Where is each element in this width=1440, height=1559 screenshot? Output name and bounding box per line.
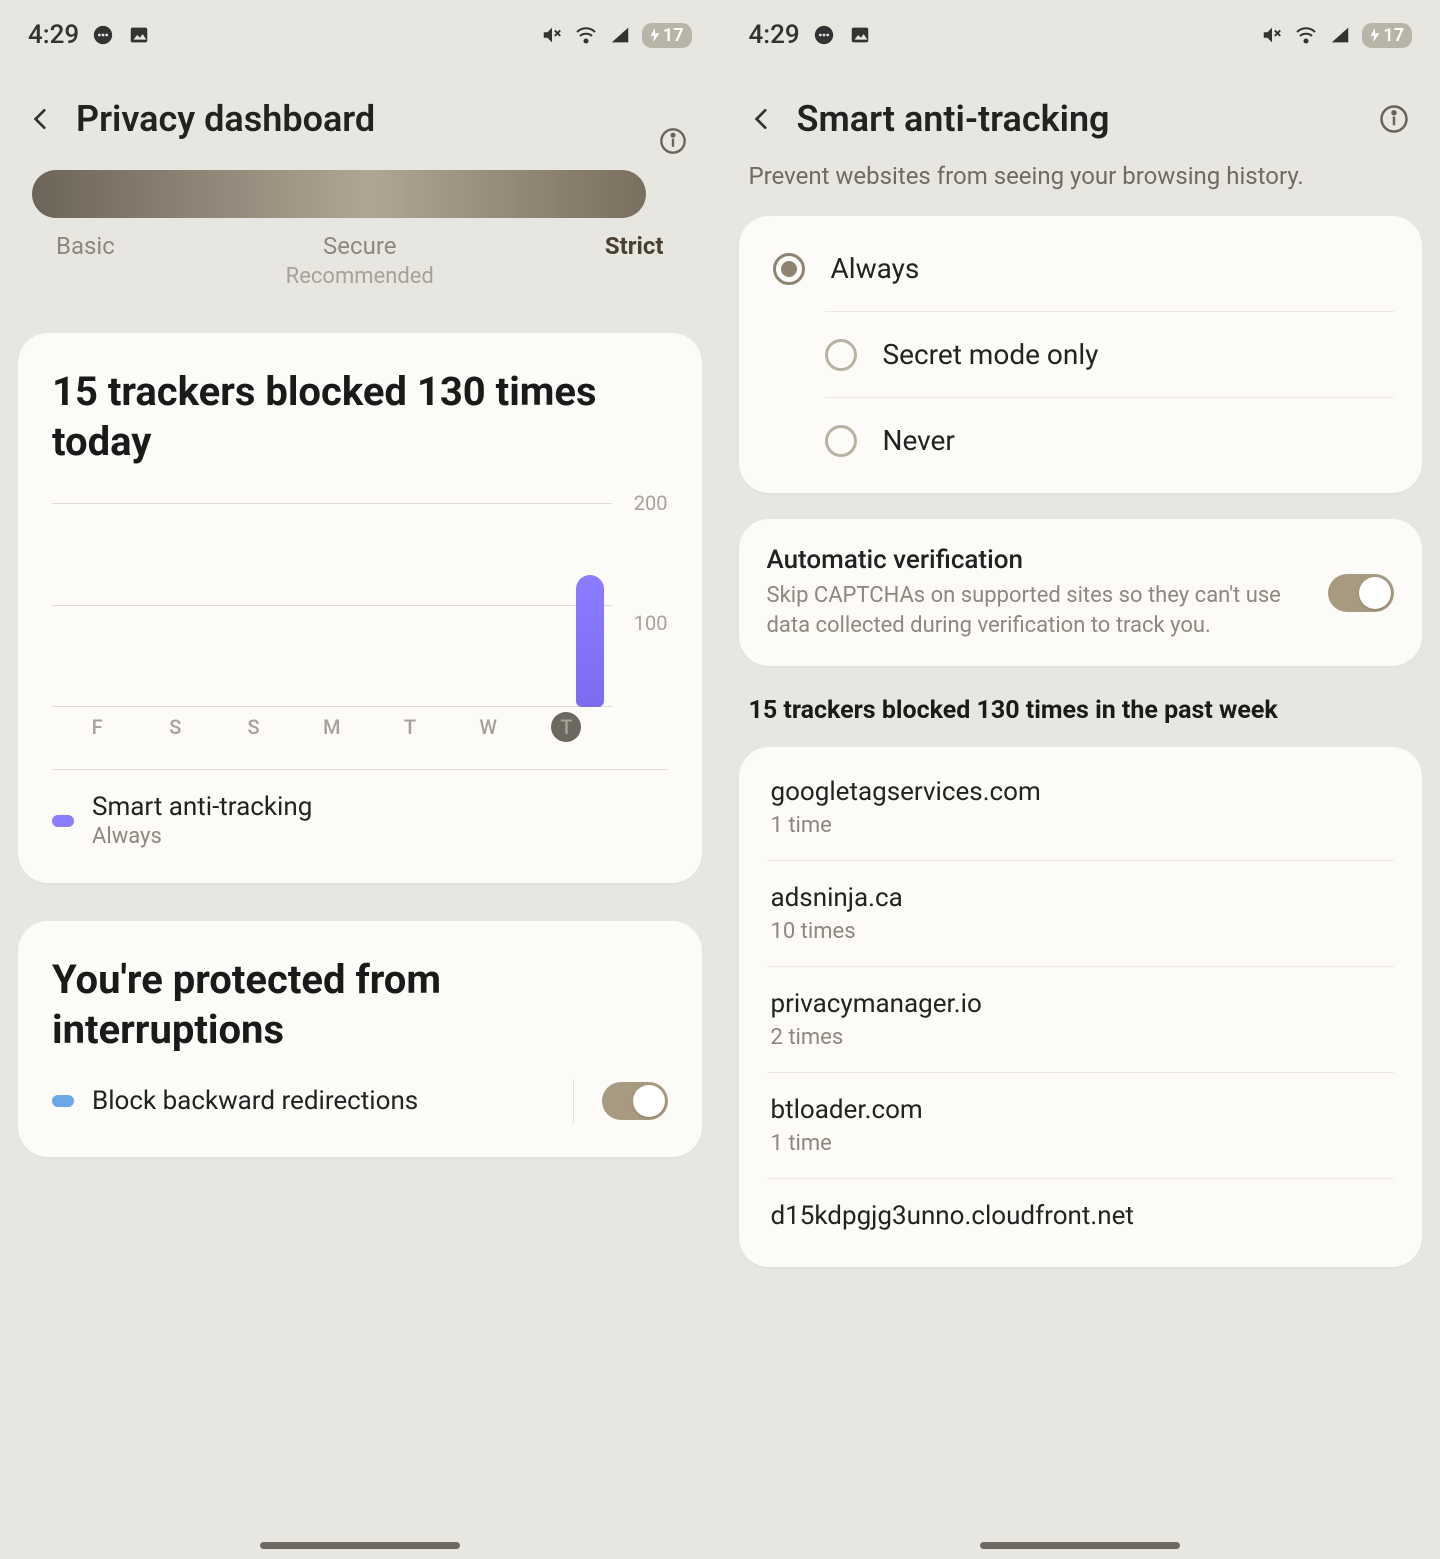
status-time: 4:29 <box>28 20 79 50</box>
image-icon <box>127 23 151 47</box>
status-bar: 4:29 <box>739 0 1423 70</box>
privacy-level-slider[interactable] <box>32 170 646 218</box>
trackers-list-card: googletagservices.com 1 time adsninja.ca… <box>739 747 1423 1267</box>
tracker-row[interactable]: d15kdpgjg3unno.cloudfront.net <box>767 1178 1395 1259</box>
chart-ytick-200: 200 <box>634 491 668 515</box>
chart-day-5: W <box>449 715 527 739</box>
protected-card: You're protected from interruptions Bloc… <box>18 921 702 1157</box>
battery-indicator: 17 <box>1362 23 1412 48</box>
block-backward-toggle[interactable] <box>602 1082 668 1120</box>
option-never[interactable]: Never <box>825 397 1395 483</box>
auto-verify-desc: Skip CAPTCHAs on supported sites so they… <box>767 581 1309 640</box>
trackers-card: 15 trackers blocked 130 times today 200 … <box>18 333 702 883</box>
legend-swatch-icon <box>52 815 74 827</box>
back-button[interactable] <box>24 102 58 136</box>
chart-day-2: S <box>214 715 292 739</box>
privacy-level-selector: Basic Secure Recommended Strict <box>18 160 702 295</box>
auto-verify-title: Automatic verification <box>767 545 1309 575</box>
tracker-row[interactable]: privacymanager.io 2 times <box>767 966 1395 1072</box>
signal-icon <box>1328 23 1352 47</box>
status-time: 4:29 <box>749 20 800 50</box>
image-icon <box>848 23 872 47</box>
chart-day-3: M <box>293 715 371 739</box>
message-icon <box>812 23 836 47</box>
tracker-row[interactable]: btloader.com 1 time <box>767 1072 1395 1178</box>
back-button[interactable] <box>745 102 779 136</box>
chart-bar-today <box>576 575 604 707</box>
radio-unchecked-icon <box>825 339 857 371</box>
block-backward-label: Block backward redirections <box>92 1086 545 1116</box>
page-title: Smart anti-tracking <box>797 98 1359 140</box>
battery-indicator: 17 <box>642 23 692 48</box>
privacy-dashboard-screen: 4:29 <box>0 0 720 1559</box>
option-secret-mode[interactable]: Secret mode only <box>825 311 1395 397</box>
radio-checked-icon <box>773 253 805 285</box>
chart-day-6: T <box>527 712 605 742</box>
automatic-verification-card: Automatic verification Skip CAPTCHAs on … <box>739 519 1423 666</box>
trackers-heading: 15 trackers blocked 130 times today <box>52 367 668 467</box>
protected-heading: You're protected from interruptions <box>52 955 668 1055</box>
level-strict[interactable]: Strict <box>461 232 664 289</box>
mute-icon <box>1260 23 1284 47</box>
chart-ytick-100: 100 <box>634 611 668 635</box>
auto-verify-toggle[interactable] <box>1328 574 1394 612</box>
home-indicator[interactable] <box>980 1542 1180 1549</box>
mute-icon <box>540 23 564 47</box>
chart-day-0: F <box>58 715 136 739</box>
legend-swatch-blue-icon <box>52 1095 74 1107</box>
page-subtitle: Prevent websites from seeing your browsi… <box>739 160 1423 190</box>
tracker-row[interactable]: googletagservices.com 1 time <box>767 755 1395 860</box>
radio-unchecked-icon <box>825 425 857 457</box>
home-indicator[interactable] <box>260 1542 460 1549</box>
chart-day-1: S <box>136 715 214 739</box>
info-icon[interactable] <box>658 126 688 156</box>
legend-title: Smart anti-tracking <box>92 792 312 822</box>
signal-icon <box>608 23 632 47</box>
level-secure[interactable]: Secure Recommended <box>259 232 462 289</box>
smart-anti-tracking-screen: 4:29 <box>720 0 1440 1559</box>
info-icon[interactable] <box>1376 101 1412 137</box>
trackers-chart: 200 100 F S S M T W T <box>52 503 668 743</box>
message-icon <box>91 23 115 47</box>
chart-day-4: T <box>371 715 449 739</box>
wifi-icon <box>574 23 598 47</box>
status-bar: 4:29 <box>18 0 702 70</box>
week-trackers-heading: 15 trackers blocked 130 times in the pas… <box>739 666 1423 725</box>
page-title: Privacy dashboard <box>76 98 692 140</box>
tracking-options-card: Always Secret mode only Never <box>739 216 1423 493</box>
level-basic[interactable]: Basic <box>56 232 259 289</box>
legend-value: Always <box>92 824 312 849</box>
tracker-row[interactable]: adsninja.ca 10 times <box>767 860 1395 966</box>
wifi-icon <box>1294 23 1318 47</box>
option-always[interactable]: Always <box>767 226 1395 311</box>
smart-anti-tracking-row[interactable]: Smart anti-tracking Always <box>52 770 668 849</box>
